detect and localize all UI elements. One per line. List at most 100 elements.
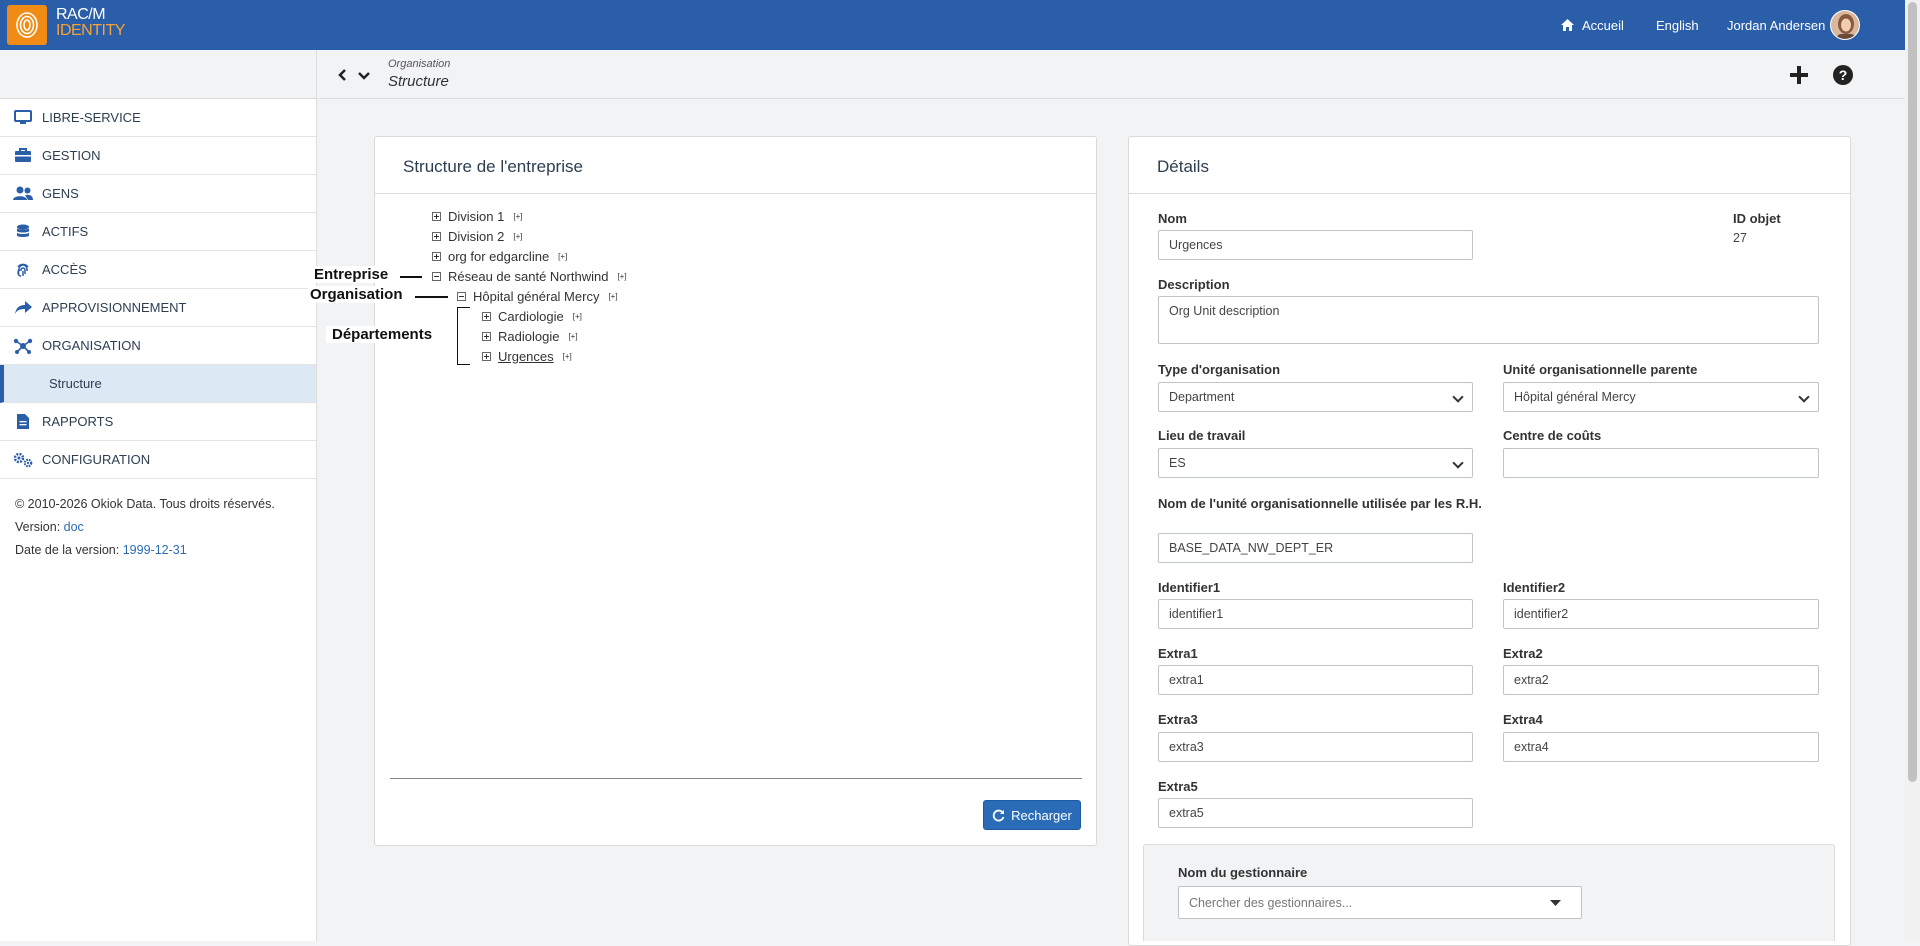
nom-input[interactable]: Urgences xyxy=(1158,230,1473,260)
sidebar-item-label: ACTIFS xyxy=(42,224,89,239)
sidebar-item-rapports[interactable]: RAPPORTS xyxy=(0,403,316,441)
tree-node-label[interactable]: Cardiologie xyxy=(498,309,564,324)
parent-unit-label: Unité organisationnelle parente xyxy=(1503,362,1698,377)
sidebar-item-label: RAPPORTS xyxy=(42,414,114,429)
caret-down-icon[interactable] xyxy=(1550,900,1561,907)
user-menu[interactable]: Jordan Andersen xyxy=(1727,0,1825,50)
type-org-label: Type d'organisation xyxy=(1158,362,1281,377)
version-date-link[interactable]: 1999-12-31 xyxy=(123,543,187,557)
parent-unit-select[interactable]: Hôpital général Mercy xyxy=(1503,382,1819,412)
tree-node-label[interactable]: Division 2 xyxy=(448,229,504,244)
tree-node-reseau-northwind[interactable]: Réseau de santé Northwind [+] xyxy=(432,267,627,285)
add-child-marker[interactable]: [+] xyxy=(573,312,582,321)
fingerprint-logo-icon[interactable] xyxy=(7,5,47,45)
sidebar-item-label: APPROVISIONNEMENT xyxy=(42,300,187,315)
sidebar-item-actifs[interactable]: ACTIFS xyxy=(0,213,316,251)
sidebar-item-organisation[interactable]: ORGANISATION xyxy=(0,327,316,365)
collapse-icon[interactable] xyxy=(457,291,466,301)
add-child-marker[interactable]: [+] xyxy=(608,292,617,301)
help-icon[interactable]: ? xyxy=(1833,65,1853,85)
sidebar-item-gestion[interactable]: GESTION xyxy=(0,137,316,175)
extra5-label: Extra5 xyxy=(1158,779,1198,794)
home-link[interactable]: Accueil xyxy=(1561,0,1624,50)
svg-text:?: ? xyxy=(1839,67,1848,83)
add-child-marker[interactable]: [+] xyxy=(513,212,522,221)
language-link[interactable]: English xyxy=(1656,0,1699,50)
reload-button[interactable]: Recharger xyxy=(983,800,1081,830)
toolbox-icon xyxy=(13,148,33,164)
manager-label: Nom du gestionnaire xyxy=(1178,865,1308,880)
tree-node-org-for-edgarcline[interactable]: org for edgarcline [+] xyxy=(432,247,567,265)
avatar[interactable] xyxy=(1830,10,1860,40)
centre-couts-input[interactable] xyxy=(1503,448,1819,478)
extra3-input[interactable]: extra3 xyxy=(1158,732,1473,762)
identifier1-input[interactable]: identifier1 xyxy=(1158,599,1473,629)
identifier2-input[interactable]: identifier2 xyxy=(1503,599,1819,629)
version-line: Version: doc xyxy=(15,516,301,539)
tree-node-division-1[interactable]: Division 1 [+] xyxy=(432,207,522,225)
scrollbar-thumb[interactable] xyxy=(1908,2,1917,782)
sidebar-footer: © 2010-2026 Okiok Data. Tous droits rése… xyxy=(0,479,316,576)
extra1-label: Extra1 xyxy=(1158,646,1198,661)
chevron-down-icon[interactable] xyxy=(358,71,370,81)
sidebar-item-label: CONFIGURATION xyxy=(42,452,151,467)
breadcrumb-parent[interactable]: Organisation xyxy=(388,58,450,70)
users-icon xyxy=(13,186,33,202)
lieu-select[interactable]: ES xyxy=(1158,448,1473,478)
extra1-input[interactable]: extra1 xyxy=(1158,665,1473,695)
tree-node-cardiologie[interactable]: Cardiologie [+] xyxy=(482,307,582,325)
rh-name-label: Nom de l'unité organisationnelle utilisé… xyxy=(1158,496,1482,511)
identifier1-label: Identifier1 xyxy=(1158,580,1221,595)
sidebar-top-spacer xyxy=(0,50,316,99)
tree-node-division-2[interactable]: Division 2 [+] xyxy=(432,227,522,245)
expand-icon[interactable] xyxy=(432,211,441,221)
sidebar-item-label: ORGANISATION xyxy=(42,338,141,353)
page-scrollbar[interactable] xyxy=(1905,0,1920,941)
expand-icon[interactable] xyxy=(432,231,441,241)
network-icon xyxy=(13,338,33,354)
language-link-label: English xyxy=(1656,17,1699,33)
version-date-label: Date de la version: xyxy=(15,543,120,557)
back-chevron-icon[interactable] xyxy=(338,69,348,81)
sidebar-item-approvisionnement[interactable]: APPROVISIONNEMENT xyxy=(0,289,316,327)
type-org-select[interactable]: Department xyxy=(1158,382,1473,412)
lieu-label: Lieu de travail xyxy=(1158,428,1246,443)
extra2-input[interactable]: extra2 xyxy=(1503,665,1819,695)
expand-icon[interactable] xyxy=(482,311,491,321)
extra3-label: Extra3 xyxy=(1158,712,1198,727)
sidebar-item-acces[interactable]: ACCÈS xyxy=(0,251,316,289)
sidebar-item-label: ACCÈS xyxy=(42,262,87,277)
sidebar-item-configuration[interactable]: CONFIGURATION xyxy=(0,441,316,479)
tree-node-radiologie[interactable]: Radiologie [+] xyxy=(482,327,578,345)
tree-node-label[interactable]: Hôpital général Mercy xyxy=(473,289,599,304)
add-child-marker[interactable]: [+] xyxy=(563,352,572,361)
file-icon xyxy=(13,414,33,430)
collapse-icon[interactable] xyxy=(432,271,441,281)
sidebar-item-gens[interactable]: GENS xyxy=(0,175,316,213)
expand-icon[interactable] xyxy=(432,251,441,261)
tree-node-label[interactable]: Radiologie xyxy=(498,329,559,344)
extra4-input[interactable]: extra4 xyxy=(1503,732,1819,762)
description-textarea[interactable]: Org Unit description xyxy=(1158,296,1819,344)
add-child-marker[interactable]: [+] xyxy=(513,232,522,241)
tree-node-label[interactable]: Réseau de santé Northwind xyxy=(448,269,608,284)
expand-icon[interactable] xyxy=(482,351,491,361)
tree-node-urgences-selected[interactable]: Urgences [+] xyxy=(482,347,572,365)
sidebar-subitem-structure[interactable]: Structure xyxy=(0,365,316,403)
annotation-entreprise: Entreprise xyxy=(312,266,391,283)
add-child-marker[interactable]: [+] xyxy=(568,332,577,341)
tree-node-hopital-mercy[interactable]: Hôpital général Mercy [+] xyxy=(457,287,618,305)
tree-node-label[interactable]: Division 1 xyxy=(448,209,504,224)
tree-node-label[interactable]: org for edgarcline xyxy=(448,249,549,264)
add-child-marker[interactable]: [+] xyxy=(558,252,567,261)
annotation-organisation: Organisation xyxy=(308,286,405,303)
add-icon[interactable] xyxy=(1790,66,1808,84)
tree-node-label[interactable]: Urgences xyxy=(498,349,554,364)
add-child-marker[interactable]: [+] xyxy=(617,272,626,281)
version-link[interactable]: doc xyxy=(64,520,84,534)
extra5-input[interactable]: extra5 xyxy=(1158,798,1473,828)
expand-icon[interactable] xyxy=(482,331,491,341)
sidebar-item-libre-service[interactable]: LIBRE-SERVICE xyxy=(0,99,316,137)
manager-search-select[interactable]: Chercher des gestionnaires... xyxy=(1178,886,1582,919)
rh-name-input[interactable]: BASE_DATA_NW_DEPT_ER xyxy=(1158,533,1473,563)
